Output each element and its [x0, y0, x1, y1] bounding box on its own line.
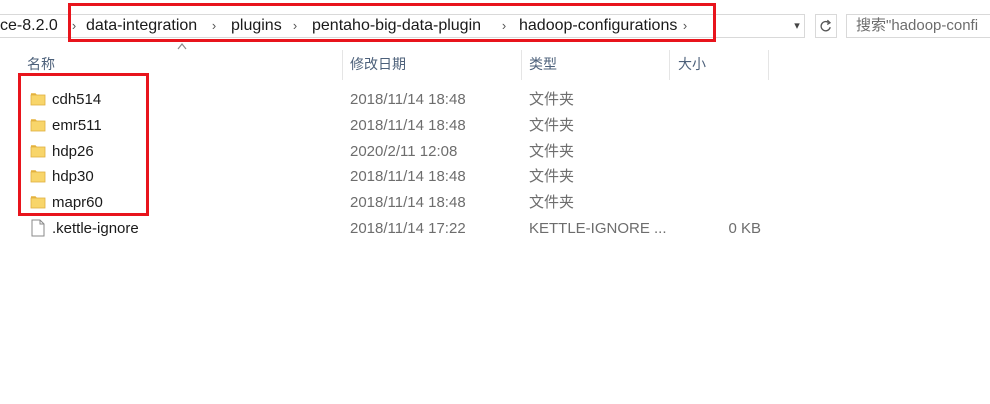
file-type: 文件夹 — [529, 194, 575, 211]
file-date-modified: 2020/2/11 12:08 — [350, 143, 458, 160]
folder-icon — [30, 196, 46, 209]
file-date-modified: 2018/11/14 18:48 — [350, 91, 466, 108]
file-date-modified: 2018/11/14 18:48 — [350, 194, 466, 211]
breadcrumb-separator-icon[interactable]: › — [499, 15, 509, 37]
file-type: 文件夹 — [529, 117, 575, 134]
breadcrumb-plugins[interactable]: plugins — [231, 15, 282, 37]
folder-icon — [30, 93, 46, 106]
file-row[interactable]: mapr60 2018/11/14 18:48 文件夹 — [0, 190, 990, 216]
file-type: 文件夹 — [529, 143, 575, 160]
breadcrumb-ce-8-2-0[interactable]: ce-8.2.0 — [0, 15, 58, 37]
file-row[interactable]: .kettle-ignore 2018/11/14 17:22 KETTLE-I… — [0, 216, 990, 242]
file-date-modified: 2018/11/14 18:48 — [350, 117, 466, 134]
file-name: hdp26 — [52, 143, 94, 160]
file-row[interactable]: emr511 2018/11/14 18:48 文件夹 — [0, 113, 990, 139]
search-input[interactable]: 搜索"hadoop-confi — [846, 14, 990, 38]
file-row[interactable]: hdp26 2020/2/11 12:08 文件夹 — [0, 139, 990, 165]
file-date-modified: 2018/11/14 17:22 — [350, 220, 466, 237]
file-type: KETTLE-IGNORE ... — [529, 220, 667, 237]
file-size — [680, 87, 761, 113]
column-divider[interactable] — [521, 50, 522, 80]
breadcrumb-hadoop-configurations[interactable]: hadoop-configurations — [519, 15, 677, 37]
refresh-icon — [820, 19, 832, 32]
breadcrumb-separator-icon[interactable]: › — [680, 15, 690, 37]
sort-ascending-icon — [177, 43, 187, 50]
file-name: hdp30 — [52, 168, 94, 185]
file-size — [680, 164, 761, 190]
breadcrumb-data-integration[interactable]: data-integration — [86, 15, 197, 37]
breadcrumb-pentaho-big-data-plugin[interactable]: pentaho-big-data-plugin — [312, 15, 481, 37]
file-name: mapr60 — [52, 194, 103, 211]
column-header-date-modified[interactable]: 修改日期 — [350, 52, 406, 80]
file-date-modified: 2018/11/14 18:48 — [350, 168, 466, 185]
file-name: cdh514 — [52, 91, 102, 108]
file-name: emr511 — [52, 117, 102, 134]
file-type: 文件夹 — [529, 91, 575, 108]
breadcrumb-separator-icon[interactable]: › — [209, 15, 219, 37]
column-divider[interactable] — [342, 50, 343, 80]
file-row[interactable]: hdp30 2018/11/14 18:48 文件夹 — [0, 164, 990, 190]
column-header-size[interactable]: 大小 — [678, 52, 706, 80]
column-header-type[interactable]: 类型 — [529, 52, 557, 80]
file-type: 文件夹 — [529, 168, 575, 185]
address-history-dropdown-icon[interactable]: ▾ — [790, 15, 804, 37]
column-divider[interactable] — [669, 50, 670, 80]
file-size — [680, 190, 761, 216]
folder-icon — [30, 145, 46, 158]
column-header-name[interactable]: 名称 — [27, 52, 55, 80]
file-size: 0 KB — [728, 220, 761, 237]
column-divider[interactable] — [768, 50, 769, 80]
file-size — [680, 139, 761, 165]
folder-icon — [30, 170, 46, 183]
navigation-bar: ce-8.2.0 › data-integration › plugins › … — [0, 0, 990, 52]
breadcrumb-separator-icon[interactable]: › — [69, 15, 79, 37]
refresh-button[interactable] — [815, 14, 837, 38]
folder-icon — [30, 119, 46, 132]
breadcrumb-separator-icon[interactable]: › — [290, 15, 300, 37]
file-size — [680, 113, 761, 139]
file-row[interactable]: cdh514 2018/11/14 18:48 文件夹 — [0, 87, 990, 113]
address-bar[interactable]: ce-8.2.0 › data-integration › plugins › … — [0, 14, 805, 38]
file-name: .kettle-ignore — [52, 220, 139, 237]
file-icon — [31, 219, 45, 237]
